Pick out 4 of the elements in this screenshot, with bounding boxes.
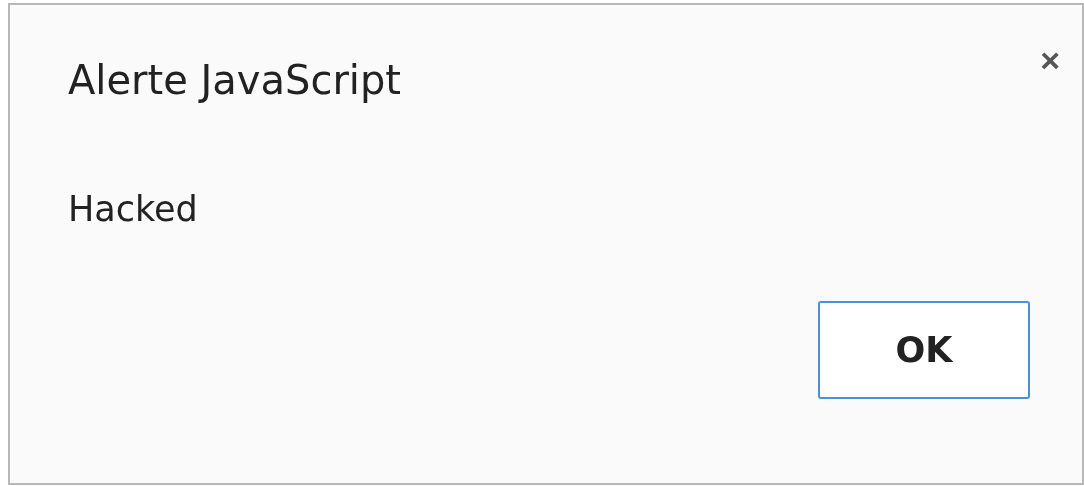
ok-button[interactable]: OK [818, 301, 1030, 399]
alert-message: Hacked [68, 189, 199, 229]
close-button[interactable]: × [1040, 43, 1060, 77]
dialog-title: Alerte JavaScript [68, 57, 402, 103]
